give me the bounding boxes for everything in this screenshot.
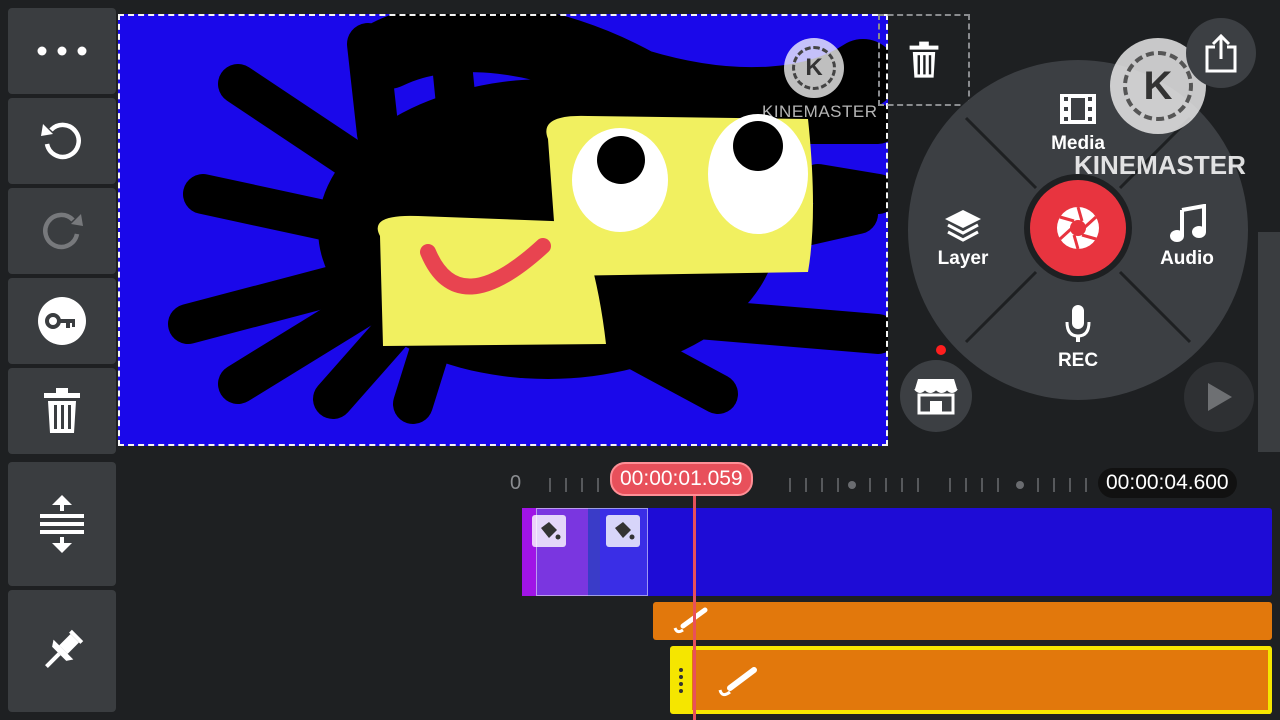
delete-button[interactable] (8, 368, 116, 454)
timeline-start-label: 0 (510, 472, 522, 494)
watermark-text: KINEMASTER (1074, 150, 1246, 180)
audio-button[interactable]: Audio (1150, 204, 1224, 274)
undo-button[interactable] (8, 98, 116, 184)
handwriting-layer-clip-selected[interactable] (672, 646, 1272, 714)
microphone-icon (1065, 305, 1091, 342)
audio-label: Audio (1160, 248, 1214, 269)
layers-icon (945, 210, 981, 242)
video-preview[interactable]: K KINEMASTER (118, 14, 888, 446)
trash-icon (44, 388, 80, 433)
expand-timeline-button[interactable] (8, 462, 116, 586)
undo-icon (41, 122, 81, 160)
aperture-icon (1057, 206, 1099, 250)
total-duration: 00:00:04.600 (1098, 468, 1237, 498)
playhead-time[interactable]: 00:00:01.059 (610, 462, 753, 496)
more-button[interactable] (8, 8, 116, 94)
layer-button[interactable]: Layer (928, 206, 998, 274)
play-button[interactable] (1184, 362, 1254, 432)
brush-icon (718, 667, 757, 697)
share-icon (1205, 33, 1237, 73)
grip-icon (679, 668, 683, 693)
paint-bucket-icon (606, 515, 640, 547)
record-button[interactable]: REC (1046, 302, 1110, 374)
redo-icon (43, 212, 83, 250)
paint-bucket-icon (532, 515, 566, 547)
panel-scroll-edge[interactable] (1258, 232, 1280, 452)
pin-icon (45, 629, 84, 668)
preview-drawing (168, 14, 888, 424)
notification-dot (936, 345, 946, 355)
brush-icon (673, 607, 708, 634)
media-button[interactable]: Media (1040, 88, 1116, 158)
export-button[interactable] (1186, 18, 1256, 88)
watermark-text: KINEMASTER (762, 102, 878, 121)
expand-timeline-icon (40, 495, 84, 553)
layer-label: Layer (937, 248, 989, 269)
music-note-icon (1170, 204, 1206, 242)
keyframe-icon (38, 297, 86, 345)
rec-label: REC (1057, 350, 1099, 371)
kinemaster-logo: K (784, 38, 844, 98)
capture-button[interactable] (1030, 180, 1126, 276)
asset-store-button[interactable] (900, 360, 972, 432)
pin-button[interactable] (8, 590, 116, 712)
redo-button[interactable] (8, 188, 116, 274)
trim-handle[interactable] (670, 646, 692, 714)
store-icon (914, 379, 958, 415)
more-icon (37, 46, 87, 56)
keyframe-button[interactable] (8, 278, 116, 364)
playhead-line[interactable] (693, 486, 696, 720)
film-icon (1060, 94, 1096, 124)
play-icon (1208, 383, 1232, 411)
handwriting-layer-clip[interactable] (653, 602, 1272, 640)
